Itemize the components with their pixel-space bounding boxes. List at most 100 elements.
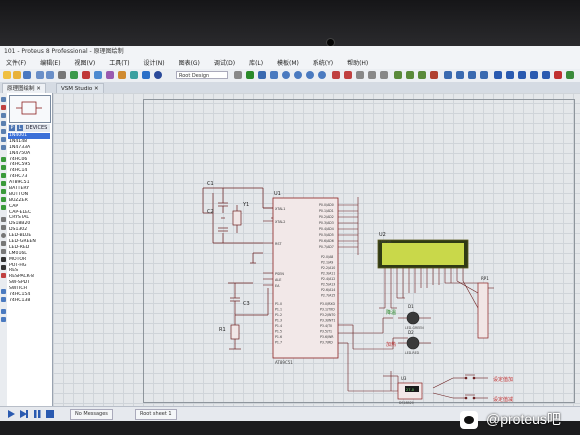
undo-icon[interactable] bbox=[332, 71, 340, 79]
origin-icon[interactable] bbox=[258, 71, 266, 79]
button-increase[interactable] bbox=[453, 374, 488, 380]
pin-icon[interactable] bbox=[1, 165, 6, 170]
pause-icon[interactable] bbox=[34, 410, 37, 418]
respack-rp1[interactable] bbox=[477, 282, 494, 339]
wire-label-icon[interactable] bbox=[1, 121, 6, 126]
arc-icon[interactable] bbox=[1, 241, 6, 246]
generator-icon[interactable] bbox=[1, 189, 6, 194]
sensor-u3[interactable] bbox=[390, 371, 423, 400]
vsm-studio-icon[interactable] bbox=[142, 71, 150, 79]
menu-graph[interactable]: 图表(G) bbox=[179, 58, 200, 69]
block-move-icon[interactable] bbox=[406, 71, 414, 79]
open-folder-icon[interactable] bbox=[13, 71, 21, 79]
tape-icon[interactable] bbox=[1, 181, 6, 186]
menu-tools[interactable]: 工具(T) bbox=[109, 58, 129, 69]
menu-system[interactable]: 系统(Y) bbox=[313, 58, 333, 69]
import-icon[interactable] bbox=[36, 71, 44, 79]
gerber-icon[interactable] bbox=[118, 71, 126, 79]
design-explorer-icon[interactable] bbox=[530, 71, 538, 79]
junction-icon[interactable] bbox=[1, 113, 6, 118]
bom-icon[interactable] bbox=[130, 71, 138, 79]
terminal-icon[interactable] bbox=[1, 157, 6, 162]
step-icon[interactable] bbox=[20, 410, 27, 418]
pick-device-button[interactable]: P bbox=[9, 125, 15, 131]
mirror-y-icon[interactable] bbox=[1, 317, 6, 322]
device-list-item[interactable]: 74HC138 bbox=[8, 298, 50, 304]
library-button[interactable]: L bbox=[17, 125, 23, 131]
decompose-icon[interactable] bbox=[480, 71, 488, 79]
path-icon[interactable] bbox=[1, 249, 6, 254]
block-rotate-icon[interactable] bbox=[418, 71, 426, 79]
menu-library[interactable]: 库(L) bbox=[249, 58, 263, 69]
block-delete-icon[interactable] bbox=[430, 71, 438, 79]
pan-icon[interactable] bbox=[270, 71, 278, 79]
make-device-icon[interactable] bbox=[456, 71, 464, 79]
circle-icon[interactable] bbox=[1, 233, 6, 238]
zoom-out-icon[interactable] bbox=[294, 71, 302, 79]
stop-icon[interactable] bbox=[46, 410, 54, 418]
redo-icon[interactable] bbox=[344, 71, 352, 79]
refresh-icon[interactable] bbox=[234, 71, 242, 79]
menu-template[interactable]: 模板(M) bbox=[277, 58, 299, 69]
symbol-icon[interactable] bbox=[1, 265, 6, 270]
probe-icon[interactable] bbox=[1, 197, 6, 202]
menu-design[interactable]: 设计(N) bbox=[143, 58, 164, 69]
menu-debug[interactable]: 调试(D) bbox=[214, 58, 235, 69]
print-icon[interactable] bbox=[58, 71, 66, 79]
menu-view[interactable]: 视图(V) bbox=[74, 58, 95, 69]
zoom-all-icon[interactable] bbox=[306, 71, 314, 79]
zoom-in-icon[interactable] bbox=[282, 71, 290, 79]
remove-sheet-icon[interactable] bbox=[554, 71, 562, 79]
block-copy-icon[interactable] bbox=[394, 71, 402, 79]
bus-icon[interactable] bbox=[1, 137, 6, 142]
package-tool-icon[interactable] bbox=[468, 71, 476, 79]
mirror-x-icon[interactable] bbox=[1, 309, 6, 314]
paste-icon[interactable] bbox=[380, 71, 388, 79]
help-icon[interactable] bbox=[154, 71, 162, 79]
menu-file[interactable]: 文件(F) bbox=[6, 58, 26, 69]
new-file-icon[interactable] bbox=[3, 71, 11, 79]
led-d1[interactable] bbox=[398, 311, 431, 325]
play-icon[interactable] bbox=[8, 410, 15, 418]
monitor-bezel bbox=[0, 0, 580, 48]
search-tag-icon[interactable] bbox=[506, 71, 514, 79]
3d-view-icon[interactable] bbox=[106, 71, 114, 79]
device-list-header: PL DEVICES bbox=[8, 124, 50, 132]
component-mode-icon[interactable] bbox=[1, 105, 6, 110]
led-d2[interactable] bbox=[398, 336, 431, 350]
property-assign-icon[interactable] bbox=[518, 71, 526, 79]
cut-icon[interactable] bbox=[356, 71, 364, 79]
schematic-canvas[interactable]: C1 C2 Y1 C3 R1 U1 AT89C51 XTAL1 XTAL2 RS… bbox=[53, 93, 580, 406]
sheet-indicator[interactable]: Root sheet 1 bbox=[135, 409, 177, 420]
text-icon[interactable] bbox=[1, 257, 6, 262]
rotate-cw-icon[interactable] bbox=[1, 289, 6, 294]
lcd-u2[interactable] bbox=[377, 239, 479, 309]
rotate-ccw-icon[interactable] bbox=[1, 297, 6, 302]
pick-device-icon[interactable] bbox=[444, 71, 452, 79]
menu-help[interactable]: 帮助(H) bbox=[347, 58, 368, 69]
save-icon[interactable] bbox=[23, 71, 31, 79]
subcircuit-icon[interactable] bbox=[1, 145, 6, 150]
grid-icon[interactable] bbox=[246, 71, 254, 79]
copy-icon[interactable] bbox=[368, 71, 376, 79]
netlist-icon[interactable] bbox=[566, 71, 574, 79]
graph-icon[interactable] bbox=[1, 173, 6, 178]
marker-icon[interactable] bbox=[1, 273, 6, 278]
menu-edit[interactable]: 编辑(E) bbox=[40, 58, 60, 69]
line-icon[interactable] bbox=[1, 217, 6, 222]
home-icon[interactable] bbox=[70, 71, 78, 79]
zoom-area-icon[interactable] bbox=[318, 71, 326, 79]
pcb-icon[interactable] bbox=[94, 71, 102, 79]
text-script-icon[interactable] bbox=[1, 129, 6, 134]
messages-indicator[interactable]: No Messages bbox=[70, 409, 113, 420]
new-sheet-icon[interactable] bbox=[542, 71, 550, 79]
select-mode-icon[interactable] bbox=[1, 97, 6, 102]
schematic-icon[interactable] bbox=[82, 71, 90, 79]
design-select[interactable]: Root Design bbox=[176, 71, 228, 79]
export-icon[interactable] bbox=[46, 71, 54, 79]
box-icon[interactable] bbox=[1, 225, 6, 230]
u1-pin-label: P1.3 bbox=[275, 319, 282, 323]
wire-autorouter-icon[interactable] bbox=[494, 71, 502, 79]
button-decrease[interactable] bbox=[432, 377, 488, 400]
instrument-icon[interactable] bbox=[1, 205, 6, 210]
